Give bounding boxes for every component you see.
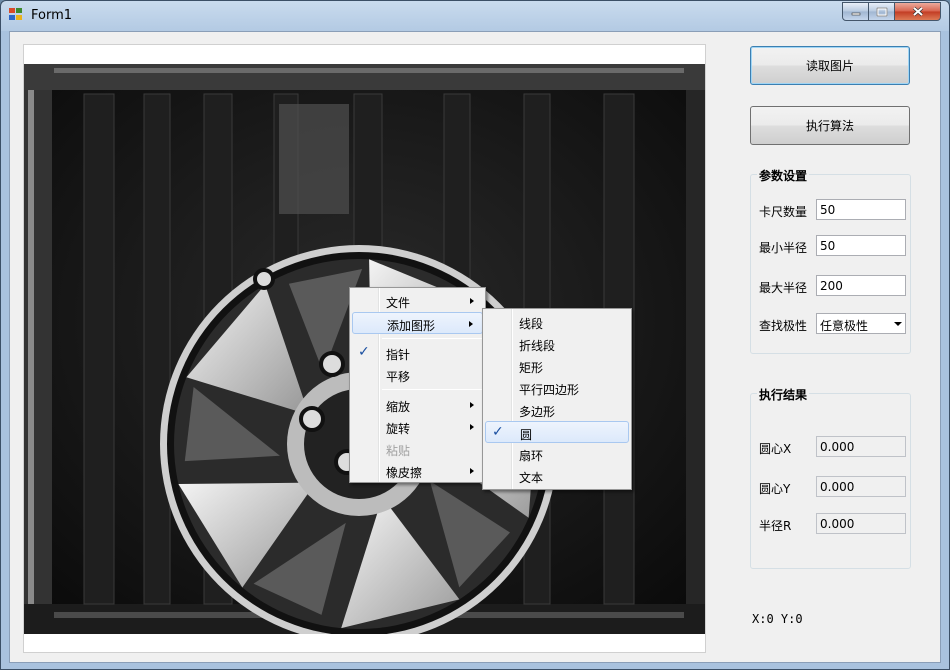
menu-item-text-label: 文本 (519, 471, 544, 485)
menu-item-rectangle-label: 矩形 (519, 361, 544, 375)
center-y-value[interactable]: 0.000 (816, 476, 906, 497)
menu-item-zoom-label: 缩放 (386, 400, 411, 414)
menu-item-annulus-sector-label: 扇环 (519, 449, 544, 463)
menu-item-line[interactable]: 线段 (485, 311, 629, 333)
caliper-count-label: 卡尺数量 (759, 205, 808, 219)
radius-label: 半径R (759, 519, 792, 533)
menu-item-rectangle[interactable]: 矩形 (485, 355, 629, 377)
app-icon (9, 8, 24, 22)
menu-item-parallelogram[interactable]: 平行四边形 (485, 377, 629, 399)
results-group-title: 执行结果 (757, 386, 810, 403)
params-group: 参数设置 卡尺数量 50 最小半径 50 最大半径 200 查找极性 任意极性 (750, 167, 911, 354)
main-window: Form1 读取图片 执行算法 参数设置 卡尺数量 50 最小半径 50 最大半… (0, 0, 950, 670)
maximize-icon (876, 7, 887, 16)
close-button[interactable] (894, 2, 941, 21)
menu-item-pointer[interactable]: ✓ 指针 (352, 342, 483, 364)
polarity-select-value: 任意极性 (820, 319, 869, 333)
menu-item-text[interactable]: 文本 (485, 465, 629, 487)
menu-item-circle[interactable]: ✓ 圆 (485, 421, 629, 443)
radius-value[interactable]: 0.000 (816, 513, 906, 534)
close-icon (912, 6, 923, 17)
read-image-button[interactable]: 读取图片 (750, 46, 910, 85)
menu-item-rotate[interactable]: 旋转 (352, 416, 483, 438)
menu-item-add-shape[interactable]: 添加图形 (352, 312, 483, 334)
menu-item-parallelogram-label: 平行四边形 (519, 383, 580, 397)
chevron-down-icon[interactable] (894, 322, 902, 326)
menu-item-pointer-label: 指针 (386, 348, 411, 362)
menu-item-eraser-label: 橡皮擦 (386, 466, 423, 480)
run-algorithm-button[interactable]: 执行算法 (750, 106, 910, 145)
checkmark-icon: ✓ (492, 424, 504, 440)
menu-item-file-label: 文件 (386, 296, 411, 310)
menu-item-polyline[interactable]: 折线段 (485, 333, 629, 355)
checkmark-icon: ✓ (358, 344, 370, 360)
caliper-count-input[interactable]: 50 (816, 199, 906, 220)
min-radius-input[interactable]: 50 (816, 235, 906, 256)
submenu-arrow-icon (470, 468, 474, 474)
menu-separator (382, 389, 483, 390)
submenu-arrow-icon (470, 402, 474, 408)
maximize-button[interactable] (868, 2, 895, 21)
menu-item-pan-label: 平移 (386, 370, 411, 384)
polarity-select[interactable]: 任意极性 (816, 313, 906, 334)
submenu-arrow-icon (470, 298, 474, 304)
add-shape-submenu: 线段 折线段 矩形 平行四边形 多边形 ✓ 圆 扇环 文本 (482, 308, 632, 490)
window-title: Form1 (31, 8, 73, 23)
menu-item-polygon-label: 多边形 (519, 405, 556, 419)
center-x-label: 圆心X (759, 442, 792, 456)
center-y-label: 圆心Y (759, 482, 791, 496)
menu-item-pan[interactable]: 平移 (352, 364, 483, 386)
menu-item-polyline-label: 折线段 (519, 339, 556, 353)
menu-item-paste-label: 粘贴 (386, 444, 411, 458)
menu-item-file[interactable]: 文件 (352, 290, 483, 312)
context-menu: 文件 添加图形 ✓ 指针 平移 缩放 旋转 粘贴 橡皮擦 (349, 287, 486, 483)
submenu-arrow-icon (470, 424, 474, 430)
menu-item-zoom[interactable]: 缩放 (352, 394, 483, 416)
menu-item-rotate-label: 旋转 (386, 422, 411, 436)
polarity-label: 查找极性 (759, 319, 808, 333)
menu-item-circle-label: 圆 (520, 428, 533, 442)
menu-item-eraser[interactable]: 橡皮擦 (352, 460, 483, 482)
minimize-button[interactable] (842, 2, 869, 21)
menu-separator (382, 338, 483, 339)
params-group-title: 参数设置 (757, 167, 810, 184)
menu-item-add-shape-label: 添加图形 (387, 319, 436, 333)
menu-item-line-label: 线段 (519, 317, 544, 331)
menu-item-paste[interactable]: 粘贴 (352, 438, 483, 460)
results-group: 执行结果 圆心X 0.000 圆心Y 0.000 半径R 0.000 (750, 386, 911, 569)
minimize-icon (851, 12, 860, 15)
max-radius-label: 最大半径 (759, 281, 808, 295)
center-x-value[interactable]: 0.000 (816, 436, 906, 457)
menu-item-polygon[interactable]: 多边形 (485, 399, 629, 421)
menu-item-annulus-sector[interactable]: 扇环 (485, 443, 629, 465)
min-radius-label: 最小半径 (759, 241, 808, 255)
submenu-arrow-icon (469, 321, 473, 327)
title-bar[interactable]: Form1 (1, 1, 949, 29)
max-radius-input[interactable]: 200 (816, 275, 906, 296)
cursor-coordinates: X:0 Y:0 (752, 612, 803, 626)
